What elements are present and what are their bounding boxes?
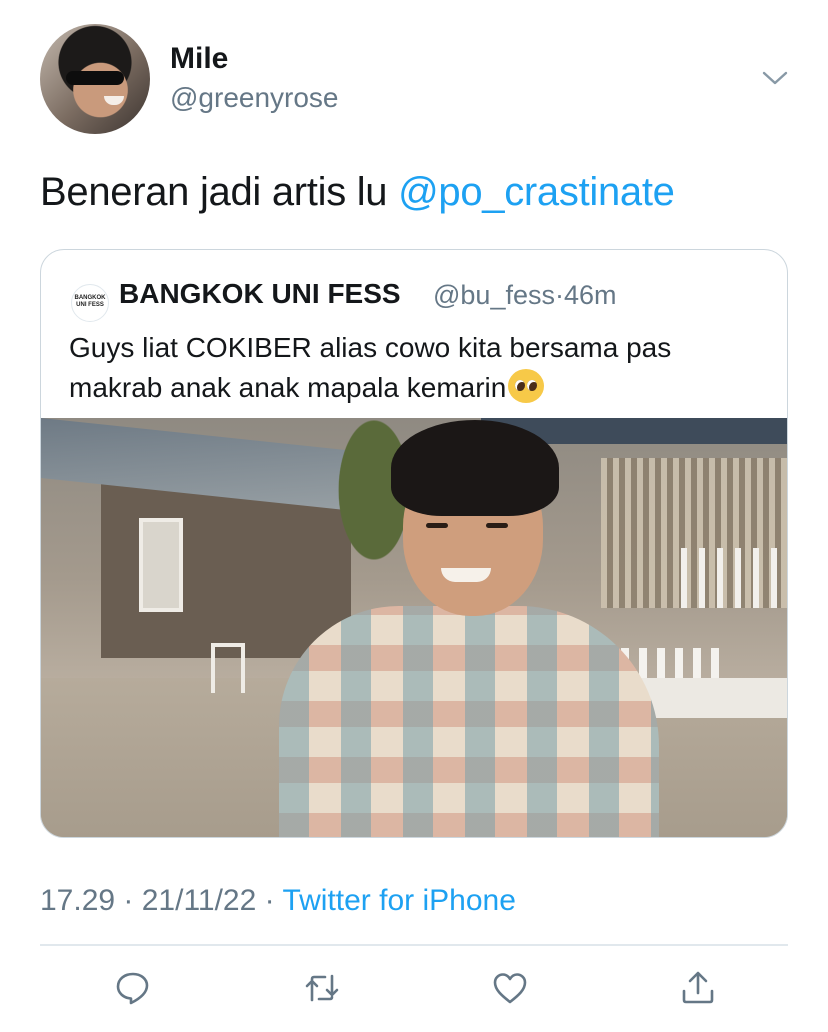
retweet-icon [305, 974, 339, 1002]
quoted-tweet-photo[interactable] [41, 418, 787, 837]
retweet-button[interactable] [300, 966, 344, 1010]
quoted-meta-separator: · [554, 280, 564, 310]
photo-smile [441, 568, 491, 582]
actions-divider [40, 944, 788, 946]
meta-separator: · [256, 884, 283, 917]
heart-icon [493, 973, 527, 1004]
author-avatar[interactable] [40, 24, 150, 134]
reply-icon [116, 972, 149, 1005]
quoted-tweet-body: Guys liat COKIBER alias cowo kita bersam… [69, 332, 672, 403]
like-button[interactable] [488, 966, 532, 1010]
quoted-author-handle: @bu_fess [433, 280, 555, 310]
pleading-face-emoji [508, 369, 545, 403]
photo-eye-right [486, 523, 508, 528]
tweet-timestamp: 17.29 · 21/11/22 · Twitter for iPhone [40, 884, 516, 918]
tweet-body: Beneran jadi artis lu [40, 170, 399, 214]
tweet-mention-link[interactable]: @po_crastinate [398, 170, 675, 214]
chevron-down-icon[interactable] [760, 64, 790, 92]
quoted-tweet-text: Guys liat COKIBER alias cowo kita bersam… [69, 328, 769, 408]
share-icon [682, 971, 714, 1004]
photo-eye-left [426, 523, 448, 528]
photo-stool [211, 643, 245, 693]
tweet-source-link[interactable]: Twitter for iPhone [282, 884, 515, 917]
meta-separator: · [115, 884, 142, 917]
photo-window [139, 518, 183, 612]
quoted-author-name: BANGKOK UNI FESS [119, 278, 401, 309]
photo-railing [681, 548, 787, 608]
tweet-text: Beneran jadi artis lu @po_crastinate [40, 170, 675, 215]
photo-shirt [279, 606, 659, 837]
quoted-tweet-age: 46m [563, 280, 617, 310]
quoted-tweet-card[interactable]: BANGKOK UNI FESS BANGKOK UNI FESS @bu_fe… [40, 249, 788, 838]
share-button[interactable] [676, 966, 720, 1010]
avatar-smile [104, 96, 124, 105]
author-name[interactable]: Mile [170, 42, 228, 76]
author-handle[interactable]: @greenyrose [170, 82, 339, 114]
photo-hair [391, 420, 559, 516]
tweet-date: 21/11/22 [141, 884, 257, 917]
quoted-author-avatar: BANGKOK UNI FESS [71, 284, 109, 322]
reply-button[interactable] [111, 966, 155, 1010]
quoted-meta: @bu_fess·46m [433, 280, 617, 311]
avatar-sunglasses [66, 71, 124, 85]
tweet-time: 17.29 [40, 884, 116, 917]
